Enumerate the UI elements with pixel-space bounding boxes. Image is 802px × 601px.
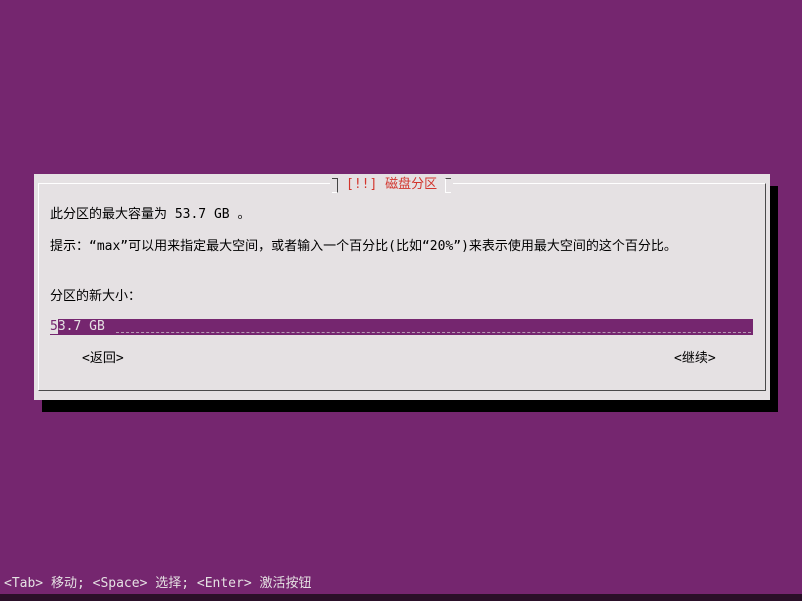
max-size-text: 此分区的最大容量为 53.7 GB 。	[50, 207, 251, 222]
text-cursor: 5	[50, 319, 58, 334]
partition-dialog: [!!] 磁盘分区 此分区的最大容量为 53.7 GB 。 提示：“max”可以…	[34, 174, 770, 400]
bottom-strip	[0, 594, 802, 601]
dialog-title: [!!] 磁盘分区	[346, 177, 438, 192]
continue-button[interactable]: <继续>	[674, 351, 716, 367]
hint-text: 提示：“max”可以用来指定最大空间，或者输入一个百分比(比如“20%”)来表示…	[50, 239, 677, 254]
partition-size-input[interactable]: 53.7 GB	[50, 319, 753, 335]
input-underline	[116, 332, 751, 333]
new-size-label: 分区的新大小：	[50, 289, 142, 304]
key-hint-bar: <Tab> 移动; <Space> 选择; <Enter> 激活按钮	[0, 574, 802, 594]
back-button[interactable]: <返回>	[82, 351, 124, 367]
input-value: 3.7 GB	[57, 319, 105, 334]
title-bracket-right	[445, 177, 452, 193]
dialog-title-bar: [!!] 磁盘分区	[330, 176, 454, 194]
